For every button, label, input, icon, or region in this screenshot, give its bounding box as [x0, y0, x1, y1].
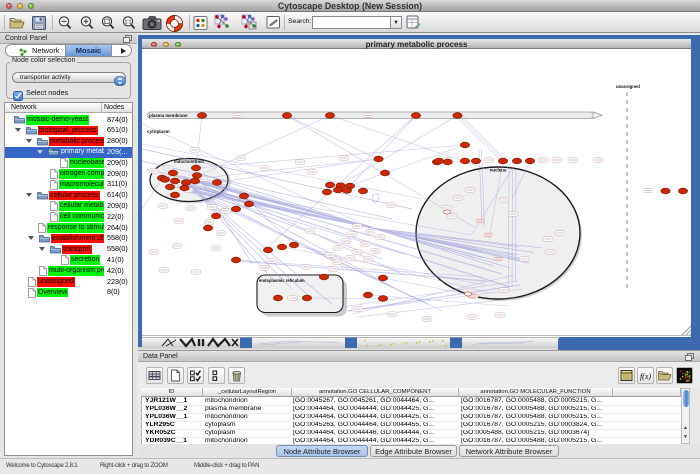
- svg-text:mitochondrion: mitochondrion: [174, 159, 204, 164]
- svg-text:unassigned: unassigned: [616, 84, 640, 89]
- svg-text:f(x): f(x): [640, 372, 651, 381]
- svg-text:endoplasmic reticulum: endoplasmic reticulum: [259, 278, 305, 283]
- svg-text:nucleus: nucleus: [490, 168, 507, 173]
- svg-text:1:1: 1:1: [125, 19, 132, 25]
- svg-text:plasma membrane: plasma membrane: [149, 113, 188, 118]
- svg-text:cytoplasm: cytoplasm: [147, 129, 170, 134]
